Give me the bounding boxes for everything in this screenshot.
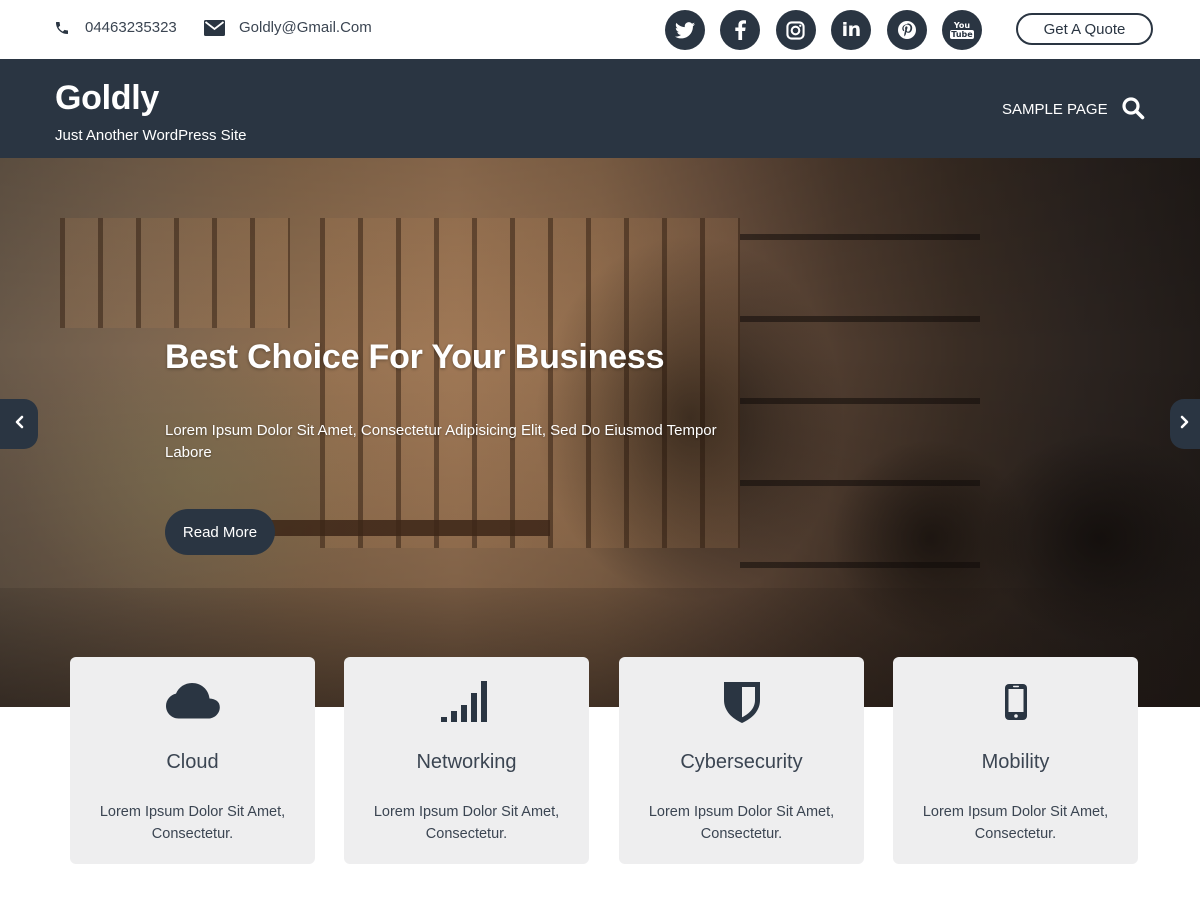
site-description: Just Another WordPress Site [55,127,247,144]
service-card-cloud[interactable]: Cloud Lorem Ipsum Dolor Sit Amet, Consec… [70,657,315,864]
linkedin-link[interactable]: in [831,10,872,50]
mobile-icon [893,679,1138,725]
youtube-icon-text-bottom: Tube [950,29,974,39]
instagram-icon [786,20,805,40]
instagram-link[interactable] [775,10,816,50]
email-address: Goldly@Gmail.Com [239,19,372,36]
cloud-icon [70,679,315,725]
phone-icon [54,20,85,36]
shelf-decoration [740,158,980,578]
hero-title: Best Choice For Your Business [165,338,665,376]
shield-icon [619,679,864,725]
table-decoration [250,520,550,536]
service-title: Mobility [981,751,1050,773]
service-text: Lorem Ipsum Dolor Sit Amet, Consectetur. [373,804,560,842]
site-header: Goldly Just Another WordPress Site SAMPL… [0,59,1200,158]
window-blind [320,218,740,548]
youtube-icon: You Tube [950,20,974,39]
service-text: Lorem Ipsum Dolor Sit Amet, Consectetur. [648,804,835,842]
hero-text: Lorem Ipsum Dolor Sit Amet, Consectetur … [165,422,717,461]
service-card-mobility[interactable]: Mobility Lorem Ipsum Dolor Sit Amet, Con… [893,657,1138,864]
youtube-icon-text-top: You [953,20,971,30]
email-contact[interactable]: Goldly@Gmail.Com [204,19,372,36]
read-more-button[interactable]: Read More [165,509,275,555]
site-title[interactable]: Goldly [55,79,159,118]
service-text: Lorem Ipsum Dolor Sit Amet, Consectetur. [922,804,1109,842]
envelope-icon [204,19,239,36]
window-blind [60,218,290,328]
signal-bars-icon [344,679,589,725]
chevron-left-icon [14,415,24,434]
facebook-icon [735,20,746,40]
twitter-link[interactable] [665,10,705,50]
service-title: Cloud [166,751,219,773]
service-text: Lorem Ipsum Dolor Sit Amet, Consectetur. [99,804,286,842]
facebook-link[interactable] [720,10,761,50]
social-links: in You Tube [665,10,982,50]
service-card-networking[interactable]: Networking Lorem Ipsum Dolor Sit Amet, C… [344,657,589,864]
pinterest-icon [897,20,917,40]
linkedin-icon: in [841,19,862,41]
youtube-link[interactable]: You Tube [941,10,982,50]
service-card-cybersecurity[interactable]: Cybersecurity Lorem Ipsum Dolor Sit Amet… [619,657,864,864]
search-icon [1121,96,1145,125]
service-title: Cybersecurity [680,751,803,773]
slider-next-button[interactable] [1170,399,1200,449]
hero-slider: Best Choice For Your Business Lorem Ipsu… [0,158,1200,707]
get-a-quote-button[interactable]: Get A Quote [1016,13,1153,45]
phone-contact[interactable]: 04463235323 [54,19,177,36]
twitter-icon [675,21,695,39]
chevron-right-icon [1180,415,1190,434]
service-title: Networking [416,751,517,773]
nav-item-sample-page[interactable]: SAMPLE PAGE [1002,101,1108,118]
slider-prev-button[interactable] [0,399,38,449]
pinterest-link[interactable] [886,10,927,50]
top-bar: 04463235323 Goldly@Gmail.Com in You Tube… [0,0,1200,59]
phone-number: 04463235323 [85,19,177,36]
search-button[interactable] [1119,96,1147,124]
